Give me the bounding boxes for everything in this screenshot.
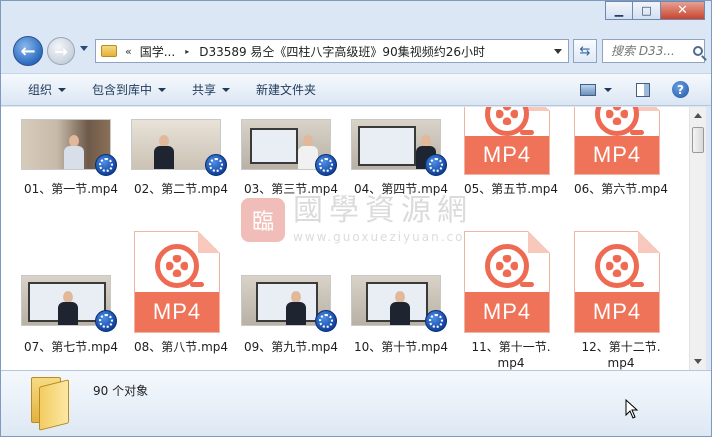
close-button[interactable]: ✕ — [661, 1, 705, 20]
view-dropdown[interactable] — [604, 87, 612, 92]
media-player-icon — [315, 310, 337, 332]
mp4-badge: MP4 — [465, 292, 549, 332]
include-in-library-menu[interactable]: 包含到库中 — [92, 81, 167, 98]
chevron-down-icon — [58, 87, 67, 92]
view-controls: ? — [580, 81, 689, 98]
file-name: 07、第七节.mp4 — [23, 340, 119, 354]
refresh-icon: ⇆ — [579, 43, 591, 59]
organize-menu[interactable]: 组织 — [28, 81, 67, 98]
file-name: 02、第二节.mp4 — [133, 182, 229, 196]
film-reel-icon — [595, 244, 644, 288]
watermark-url: www.guoxueziyuan.com — [293, 230, 479, 244]
mp4-file-icon: MP4 — [574, 107, 660, 175]
organize-label: 组织 — [28, 83, 53, 97]
film-reel-icon — [595, 107, 644, 136]
file-name: 03、第三节.mp4 — [243, 182, 339, 196]
share-label: 共享 — [192, 83, 217, 97]
chevron-down-icon — [158, 87, 167, 92]
view-mode-icon[interactable] — [580, 83, 596, 96]
watermark: 臨 國學資源網 www.guoxueziyuan.com — [241, 195, 478, 244]
breadcrumb-parent[interactable]: 国学... — [140, 43, 175, 60]
scroll-down-button[interactable] — [690, 353, 706, 370]
file-name-ext: mp4 — [607, 356, 635, 370]
watermark-name: 國學資源網 — [293, 193, 473, 228]
film-reel-icon — [155, 244, 204, 288]
details-pane: 90 个对象 — [1, 370, 711, 436]
mp4-file-icon: MP4 — [464, 231, 550, 333]
mp4-file-icon: MP4 — [574, 231, 660, 333]
recent-pages-dropdown[interactable] — [80, 46, 88, 51]
include-label: 包含到库中 — [92, 83, 153, 97]
file-name: 05、第五节.mp4 — [463, 182, 559, 196]
object-count: 90 个对象 — [93, 384, 149, 398]
file-name: 01、第一节.mp4 — [23, 182, 119, 196]
mp4-badge: MP4 — [135, 292, 219, 332]
search-input[interactable] — [611, 44, 691, 58]
file-name-ext: mp4 — [497, 356, 525, 370]
maximize-button[interactable]: □ — [633, 1, 661, 20]
breadcrumb-separator[interactable]: ▸ — [185, 47, 189, 56]
address-bar[interactable]: « 国学... ▸ D33589 易仝《四柱八字高级班》90集视频约26小时 — [95, 39, 569, 63]
preview-pane-icon[interactable] — [636, 82, 650, 97]
navigation-row: ← → « 国学... ▸ D33589 易仝《四柱八字高级班》90集视频约26… — [1, 34, 711, 68]
file-name: 10、第十节.mp4 — [353, 340, 449, 354]
breadcrumb-current[interactable]: D33589 易仝《四柱八字高级班》90集视频约26小时 — [199, 43, 485, 60]
new-folder-label: 新建文件夹 — [256, 83, 317, 97]
share-menu[interactable]: 共享 — [192, 81, 231, 98]
address-overflow[interactable]: « — [125, 45, 132, 58]
file-name: 12、第十二节. — [581, 340, 661, 354]
file-name: 06、第六节.mp4 — [573, 182, 669, 196]
presenter — [390, 291, 410, 325]
caption-buttons: ▁ □ ✕ — [605, 1, 705, 20]
presenter — [286, 291, 306, 325]
back-button[interactable]: ← — [13, 36, 43, 66]
media-player-icon — [315, 154, 337, 176]
file-name: 04、第四节.mp4 — [353, 182, 449, 196]
watermark-seal: 臨 — [241, 197, 285, 242]
mp4-file-icon: MP4 — [134, 231, 220, 333]
presenter — [64, 135, 84, 169]
arrow-left-icon: ← — [20, 40, 36, 62]
new-folder-button[interactable]: 新建文件夹 — [256, 81, 316, 98]
forward-button[interactable]: → — [47, 37, 75, 65]
media-player-icon — [95, 310, 117, 332]
media-player-icon — [205, 154, 227, 176]
file-list: 臨 國學資源網 www.guoxueziyuan.com 01、第一节.mp4 … — [1, 107, 689, 370]
search-icon[interactable] — [693, 46, 703, 56]
mp4-badge: MP4 — [575, 136, 659, 174]
file-name: 09、第九节.mp4 — [243, 340, 339, 354]
search-box[interactable] — [602, 39, 705, 63]
file-name: 11、第十一节. — [471, 340, 551, 354]
media-player-icon — [425, 154, 447, 176]
command-bar: 组织 包含到库中 共享 新建文件夹 ? — [1, 73, 711, 106]
media-player-icon — [425, 310, 447, 332]
presenter — [154, 135, 174, 169]
mp4-badge: MP4 — [465, 136, 549, 174]
file-name: 08、第八节.mp4 — [133, 340, 229, 354]
mp4-badge: MP4 — [575, 292, 659, 332]
film-reel-icon — [485, 107, 534, 136]
refresh-button[interactable]: ⇆ — [573, 39, 597, 63]
folder-icon — [31, 377, 69, 431]
help-icon[interactable]: ? — [672, 81, 689, 98]
address-dropdown[interactable] — [554, 48, 562, 54]
mp4-file-icon: MP4 — [464, 107, 550, 175]
arrow-right-icon: → — [54, 41, 68, 61]
vertical-scrollbar[interactable] — [689, 107, 706, 370]
explorer-window: ▁ □ ✕ ← → « 国学... ▸ D33589 易仝《四柱八字高级班》90… — [0, 0, 712, 437]
scroll-up-button[interactable] — [690, 107, 706, 124]
media-player-icon — [95, 154, 117, 176]
film-reel-icon — [485, 244, 534, 288]
scroll-thumb[interactable] — [692, 127, 704, 153]
folder-icon — [101, 45, 117, 57]
presenter — [58, 291, 78, 325]
chevron-down-icon — [222, 87, 231, 92]
minimize-button[interactable]: ▁ — [605, 1, 633, 20]
